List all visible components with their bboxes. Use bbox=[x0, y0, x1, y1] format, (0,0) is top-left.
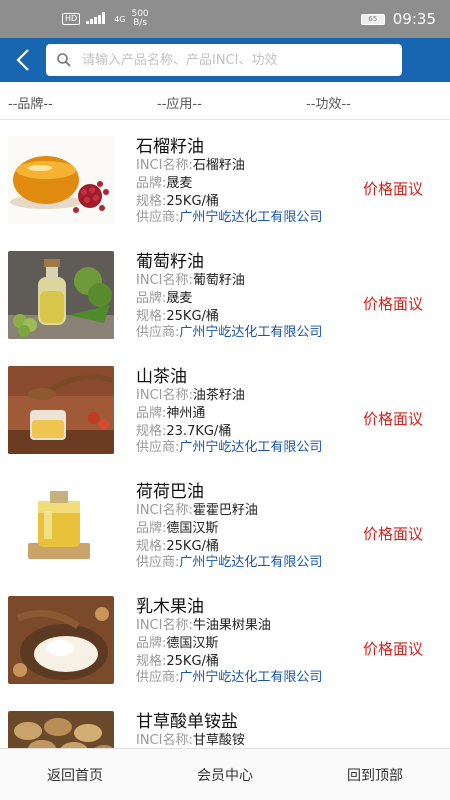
product-item[interactable]: 葡萄籽油 INCI名称:葡萄籽油 品牌:晟麦 规格:25KG/桶 供应商:广州宁… bbox=[0, 235, 450, 350]
battery-icon: 65 bbox=[360, 13, 385, 25]
product-item[interactable]: 乳木果油 INCI名称:牛油果树果油 品牌:德国汉斯 规格:25KG/桶 供应商… bbox=[0, 580, 450, 695]
status-left: HD 4G 500 B/s bbox=[62, 10, 149, 28]
product-inci: INCI名称:油茶籽油 bbox=[136, 388, 245, 403]
product-item[interactable]: 甘草酸单铵盐 INCI名称:甘草酸铵 bbox=[0, 695, 450, 748]
product-brand: 品牌:晟麦 bbox=[136, 176, 193, 191]
back-button[interactable] bbox=[8, 42, 38, 78]
filter-brand[interactable]: --品牌-- bbox=[8, 93, 53, 112]
clock: 09:35 bbox=[392, 10, 436, 28]
product-inci: INCI名称:甘草酸铵 bbox=[136, 733, 245, 748]
app-header bbox=[0, 38, 450, 82]
product-image-camellia-oil bbox=[8, 366, 114, 454]
product-image-grapeseed-oil bbox=[8, 251, 114, 339]
product-item[interactable]: 荷荷巴油 INCI名称:霍霍巴籽油 品牌:德国汉斯 规格:25KG/桶 供应商:… bbox=[0, 465, 450, 580]
search-box[interactable] bbox=[46, 44, 402, 76]
product-image-licorice-root bbox=[8, 711, 114, 748]
price-negotiable[interactable]: 价格面议 bbox=[363, 523, 423, 544]
price-negotiable[interactable]: 价格面议 bbox=[363, 638, 423, 659]
search-icon bbox=[57, 53, 71, 67]
product-supplier: 供应商:广州宁屹达化工有限公司 bbox=[136, 440, 323, 455]
product-inci: INCI名称:石榴籽油 bbox=[136, 158, 245, 173]
price-negotiable[interactable]: 价格面议 bbox=[363, 408, 423, 429]
home-button[interactable]: 返回首页 bbox=[0, 749, 150, 800]
product-image-shea-butter bbox=[8, 596, 114, 684]
product-item[interactable]: 山茶油 INCI名称:油茶籽油 品牌:神州通 规格:23.7KG/桶 供应商:广… bbox=[0, 350, 450, 465]
filter-efficacy[interactable]: --功效-- bbox=[306, 93, 351, 112]
price-negotiable[interactable]: 价格面议 bbox=[363, 293, 423, 314]
product-inci: INCI名称:牛油果树果油 bbox=[136, 618, 271, 633]
product-image-jojoba-oil bbox=[8, 481, 114, 569]
filter-bar: --品牌-- --应用-- --功效-- bbox=[0, 82, 450, 120]
search-input[interactable] bbox=[82, 52, 382, 68]
product-brand: 品牌:德国汉斯 bbox=[136, 521, 219, 536]
product-image-pomegranate-oil bbox=[8, 136, 114, 224]
filter-application[interactable]: --应用-- bbox=[157, 93, 202, 112]
chevron-left-icon bbox=[16, 49, 29, 71]
product-supplier: 供应商:广州宁屹达化工有限公司 bbox=[136, 210, 323, 225]
product-supplier: 供应商:广州宁屹达化工有限公司 bbox=[136, 325, 323, 340]
product-inci: INCI名称:葡萄籽油 bbox=[136, 273, 245, 288]
product-brand: 品牌:晟麦 bbox=[136, 291, 193, 306]
product-list: 石榴籽油 INCI名称:石榴籽油 品牌:晟麦 规格:25KG/桶 供应商:广州宁… bbox=[0, 120, 450, 748]
product-supplier: 供应商:广州宁屹达化工有限公司 bbox=[136, 555, 323, 570]
network-speed: 500 B/s bbox=[131, 9, 149, 28]
product-item[interactable]: 石榴籽油 INCI名称:石榴籽油 品牌:晟麦 规格:25KG/桶 供应商:广州宁… bbox=[0, 120, 450, 235]
back-to-top-button[interactable]: 回到顶部 bbox=[300, 749, 450, 800]
status-right: 65 09:35 bbox=[360, 10, 436, 28]
network-badge: HD bbox=[62, 13, 81, 25]
price-negotiable[interactable]: 价格面议 bbox=[363, 178, 423, 199]
status-bar: HD 4G 500 B/s 65 09:35 bbox=[0, 0, 450, 38]
product-inci: INCI名称:霍霍巴籽油 bbox=[136, 503, 258, 518]
bottom-nav: 返回首页 会员中心 回到顶部 bbox=[0, 748, 450, 800]
member-center-button[interactable]: 会员中心 bbox=[150, 749, 300, 800]
product-brand: 品牌:德国汉斯 bbox=[136, 636, 219, 651]
signal-icon bbox=[86, 11, 108, 27]
product-supplier: 供应商:广州宁屹达化工有限公司 bbox=[136, 670, 323, 685]
signal-type: 4G bbox=[114, 14, 126, 24]
product-brand: 品牌:神州通 bbox=[136, 406, 206, 421]
